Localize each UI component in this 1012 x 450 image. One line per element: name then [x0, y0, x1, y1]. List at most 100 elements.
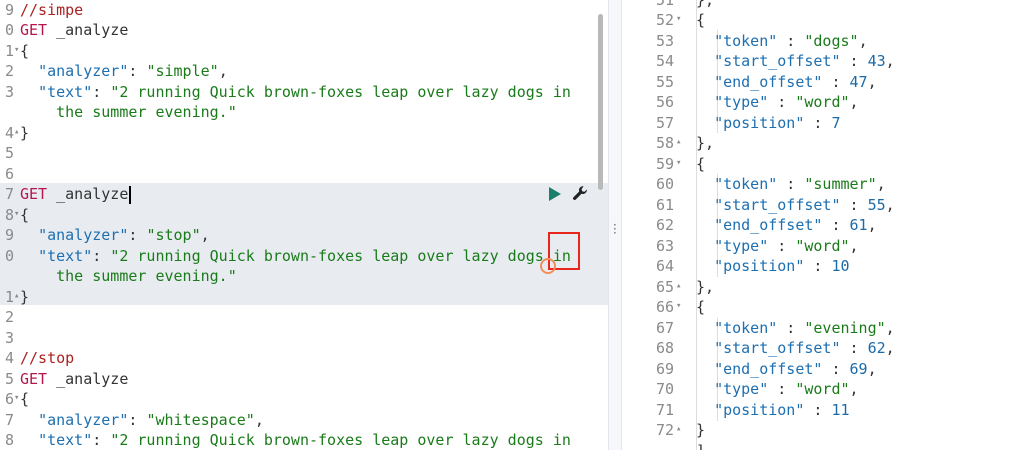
code-token: : — [804, 114, 832, 132]
code-text[interactable]: "analyzer": "simple", — [20, 61, 228, 82]
code-token: , — [254, 411, 264, 429]
code-token: 43 — [867, 52, 886, 70]
code-text[interactable]: "type" : "word", — [696, 236, 859, 257]
code-text[interactable]: }, — [696, 133, 714, 154]
fold-expand-icon[interactable]: ▴ — [676, 276, 681, 297]
code-token: "dogs" — [804, 32, 859, 50]
code-text[interactable]: "analyzer": "whitespace", — [20, 410, 264, 431]
code-text[interactable]: "end_offset" : 47, — [696, 72, 877, 93]
code-text[interactable]: "type" : "word", — [696, 92, 859, 113]
line-number: 57 — [655, 114, 674, 132]
code-token: , — [885, 196, 895, 214]
code-text[interactable]: "token" : "summer", — [696, 174, 886, 195]
code-text[interactable]: "start_offset" : 62, — [696, 338, 895, 359]
code-line: 8 "text": "2 running Quick brown-foxes l… — [0, 430, 608, 450]
code-text[interactable]: "text": "2 running Quick brown-foxes lea… — [20, 246, 571, 267]
code-text[interactable]: //stop — [20, 348, 74, 369]
code-text[interactable]: }, — [696, 0, 714, 11]
line-number: 8 — [4, 206, 14, 224]
line-number: 5 — [4, 144, 14, 162]
code-text[interactable]: { — [696, 10, 705, 31]
line-number: 3 — [4, 83, 14, 101]
code-token: : — [777, 32, 805, 50]
code-text[interactable]: "position" : 7 — [696, 113, 840, 134]
code-token: , — [849, 237, 859, 255]
code-line: 3 "text": "2 running Quick brown-foxes l… — [0, 82, 608, 103]
code-token: }, — [696, 134, 715, 152]
response-viewer[interactable]: 51}, 52 ▾{53 "token" : "dogs", 54 "start_of… — [622, 0, 1012, 450]
code-token: , — [876, 175, 886, 193]
code-text[interactable]: { — [696, 297, 705, 318]
code-text[interactable]: { — [20, 205, 29, 226]
code-token: "analyzer" — [38, 411, 129, 429]
code-text[interactable]: "end_offset" : 61, — [696, 215, 877, 236]
fold-collapse-icon[interactable]: ▾ — [14, 388, 19, 409]
fold-expand-icon[interactable]: ▴ — [14, 122, 19, 143]
fold-expand-icon[interactable]: ▴ — [14, 286, 19, 307]
code-text[interactable]: ] — [696, 441, 705, 450]
code-text[interactable]: } — [696, 420, 705, 441]
code-line: 59 ▾ { — [622, 154, 1012, 175]
code-text[interactable]: "text": "2 running Quick brown-foxes lea… — [20, 82, 571, 103]
fold-collapse-icon[interactable]: ▾ — [676, 296, 681, 317]
code-text[interactable]: }, — [696, 277, 714, 298]
line-number: 52 — [655, 11, 674, 29]
code-text[interactable]: "text": "2 running Quick brown-foxes lea… — [20, 430, 571, 450]
code-text[interactable]: //simpe — [20, 0, 83, 21]
code-text[interactable]: "position" : 11 — [696, 400, 849, 421]
pane-resize-divider[interactable]: · · · — [608, 0, 622, 450]
line-number: 4 — [4, 124, 14, 142]
request-editor[interactable]: 9//simpe 0 GET _analyze 1 ▾{2 "analyzer": "s… — [0, 0, 608, 450]
code-token: : — [128, 411, 147, 429]
code-text[interactable]: "start_offset" : 55, — [696, 195, 895, 216]
fold-collapse-icon[interactable]: ▾ — [14, 204, 19, 225]
code-line: 6 — [0, 164, 608, 185]
code-text[interactable]: "end_offset" : 69, — [696, 359, 877, 380]
fold-collapse-icon[interactable]: ▾ — [676, 9, 681, 30]
code-text[interactable]: "token" : "dogs", — [696, 31, 868, 52]
code-text[interactable]: { — [696, 154, 705, 175]
line-number: 7 — [4, 411, 14, 429]
code-line: 55 "end_offset" : 47, — [622, 72, 1012, 93]
code-text[interactable]: "start_offset" : 43, — [696, 51, 895, 72]
code-text[interactable]: } — [20, 287, 29, 308]
fold-expand-icon[interactable]: ▴ — [676, 132, 681, 153]
code-text[interactable]: "token" : "evening", — [696, 318, 895, 339]
code-text[interactable]: GET _analyze — [20, 369, 128, 390]
code-token: : — [822, 216, 850, 234]
line-number: 58 — [655, 134, 674, 152]
line-number: 69 — [655, 360, 674, 378]
code-token: : — [92, 247, 111, 265]
code-line: 54 "start_offset" : 43, — [622, 51, 1012, 72]
code-token: } — [696, 421, 706, 439]
code-text[interactable]: } — [20, 123, 29, 144]
play-icon[interactable] — [548, 186, 562, 202]
code-text[interactable]: the summer evening." — [20, 266, 237, 287]
code-text[interactable]: GET _analyze — [20, 20, 128, 41]
fold-expand-icon[interactable]: ▴ — [676, 419, 681, 440]
code-text[interactable]: "position" : 10 — [696, 256, 849, 277]
code-line: 8 ▾{ — [0, 205, 608, 226]
code-text[interactable]: { — [20, 389, 29, 410]
code-token: "word" — [795, 93, 850, 111]
code-token: "analyzer" — [38, 62, 129, 80]
fold-collapse-icon[interactable]: ▾ — [14, 40, 19, 61]
fold-collapse-icon[interactable]: ▾ — [676, 153, 681, 174]
code-token: "analyzer" — [38, 226, 129, 244]
code-text[interactable]: GET _analyze — [20, 184, 128, 205]
code-text[interactable]: { — [20, 41, 29, 62]
line-number: 72 — [655, 421, 674, 439]
code-line: 5 GET _analyze — [0, 369, 608, 390]
line-number: 4 — [4, 349, 14, 367]
line-number: 61 — [655, 196, 674, 214]
line-number: 9 — [4, 226, 14, 244]
code-text[interactable]: "type" : "word", — [696, 379, 859, 400]
code-text[interactable]: the summer evening." — [20, 102, 237, 123]
wrench-icon[interactable] — [572, 185, 588, 201]
code-token: : — [822, 73, 850, 91]
editor-scrollbar[interactable] — [598, 14, 603, 190]
code-text[interactable]: "analyzer": "stop", — [20, 225, 210, 246]
code-token: : — [128, 62, 147, 80]
